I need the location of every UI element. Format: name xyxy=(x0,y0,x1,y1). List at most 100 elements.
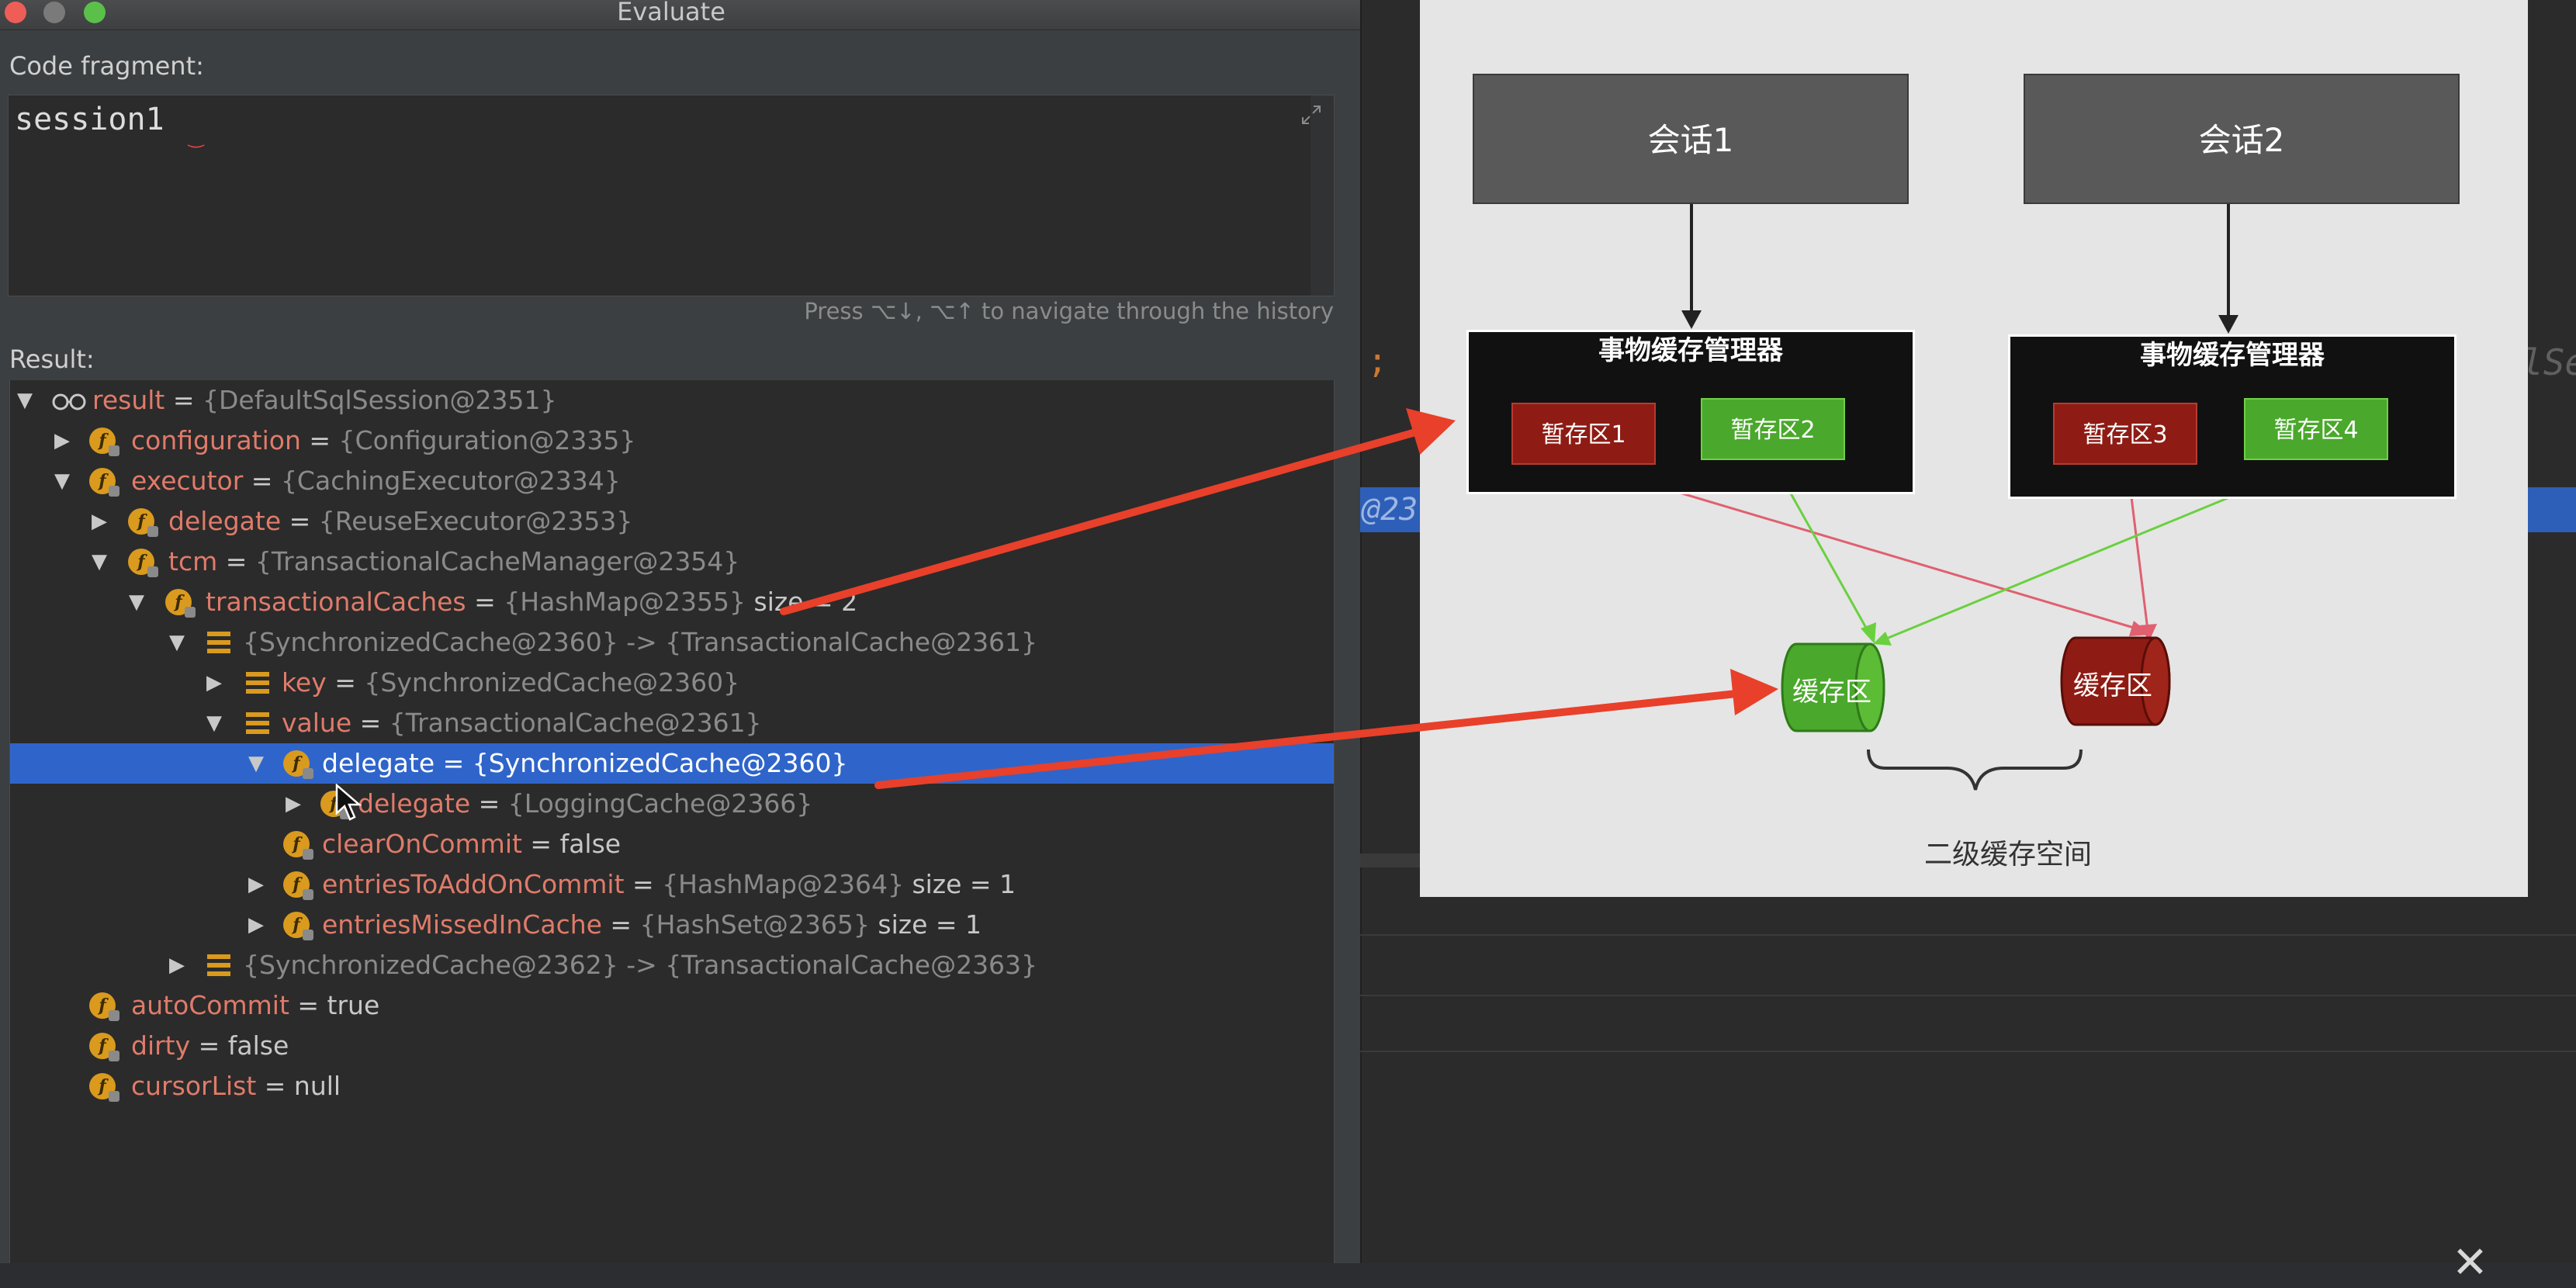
expand-arrow-icon[interactable]: ▶ xyxy=(244,905,268,945)
collapse-arrow-icon[interactable]: ▼ xyxy=(13,380,36,421)
tree-row-name: dirty xyxy=(131,1030,191,1061)
tree-row-executor[interactable]: ▼ f executor = {CachingExecutor@2334} xyxy=(10,461,1334,501)
tree-row-clear-on-commit[interactable]: f clearOnCommit = false xyxy=(10,824,1334,864)
expand-arrow-icon[interactable]: ▶ xyxy=(203,663,226,703)
tree-row-delegate[interactable]: ▶ f delegate = {ReuseExecutor@2353} xyxy=(10,501,1334,542)
tree-row-value: {SynchronizedCache@2360} xyxy=(472,748,848,778)
staging-area-3: 暂存区3 xyxy=(2053,403,2197,465)
error-squiggle-icon: ‿ xyxy=(189,126,204,148)
tree-row-value: {HashSet@2365} xyxy=(639,909,870,940)
tree-row-name: delegate xyxy=(322,748,435,778)
tree-row-eq: = xyxy=(164,385,203,415)
expand-icon[interactable] xyxy=(1300,103,1323,126)
field-icon: f xyxy=(128,549,158,577)
tree-row-value: {SynchronizedCache@2360} xyxy=(364,667,740,698)
expand-arrow-icon[interactable]: ▶ xyxy=(244,864,268,905)
expand-arrow-icon[interactable]: ▶ xyxy=(88,501,111,542)
tree-row-transactional-caches[interactable]: ▼ f transactionalCaches = {HashMap@2355}… xyxy=(10,582,1334,622)
tree-row-value: {LoggingCache@2366} xyxy=(507,788,813,819)
tree-row-eq: = xyxy=(243,466,281,496)
tree-row-value: {ReuseExecutor@2353} xyxy=(318,506,633,536)
tree-row-name: entriesMissedInCache xyxy=(322,909,602,940)
tree-row-eq: = xyxy=(521,829,560,859)
session1-to-manager-arrow xyxy=(1681,204,1702,329)
tree-row-delegate-logging[interactable]: ▶ f delegate = {LoggingCache@2366} xyxy=(10,784,1334,824)
session1-box: 会话1 xyxy=(1473,74,1909,204)
curly-brace xyxy=(1867,749,2083,791)
tree-row-eq: = xyxy=(466,587,504,617)
collapse-arrow-icon[interactable]: ▼ xyxy=(88,542,111,582)
code-fragment-editor[interactable]: session1 ‿ xyxy=(8,95,1335,296)
collapse-arrow-icon[interactable]: ▼ xyxy=(165,622,189,663)
tree-row-name: entriesToAddOnCommit xyxy=(322,869,625,899)
tree-row-name: cursorList xyxy=(131,1071,257,1101)
window-title: Evaluate xyxy=(617,0,725,26)
tree-row-value: {HashMap@2364} xyxy=(662,869,904,899)
collapse-arrow-icon[interactable]: ▼ xyxy=(50,461,74,501)
expand-arrow-icon[interactable]: ▶ xyxy=(165,945,189,985)
collapse-arrow-icon[interactable]: ▼ xyxy=(203,703,226,743)
field-icon: f xyxy=(89,1033,119,1061)
history-hint: Press ⌥↓, ⌥↑ to navigate through the his… xyxy=(804,298,1334,324)
field-icon: f xyxy=(89,992,119,1021)
editor-code-fragment-right: lSe xyxy=(2522,341,2576,383)
collapse-arrow-icon[interactable]: ▼ xyxy=(125,582,148,622)
tree-row-eq: = xyxy=(217,546,255,576)
editor-divider xyxy=(1360,1051,2576,1052)
tree-row-delegate-selected[interactable]: ▼ f delegate = {SynchronizedCache@2360} xyxy=(10,743,1334,784)
field-icon: f xyxy=(165,589,196,618)
tree-row-name: clearOnCommit xyxy=(322,829,522,859)
map-entry-icon xyxy=(246,712,269,734)
tree-row-name: autoCommit xyxy=(131,990,289,1020)
editor-divider xyxy=(1360,934,2576,936)
tree-row-configuration[interactable]: ▶ f configuration = {Configuration@2335} xyxy=(10,421,1334,461)
watch-glasses-icon xyxy=(52,393,86,410)
tree-row-tcm[interactable]: ▼ f tcm = {TransactionalCacheManager@235… xyxy=(10,542,1334,582)
code-fragment-label: Code fragment: xyxy=(9,51,204,81)
tree-row-value: false xyxy=(227,1030,289,1061)
tree-row-value: false xyxy=(559,829,621,859)
tree-row-map-entry[interactable]: ▼ {SynchronizedCache@2360} -> {Transacti… xyxy=(10,622,1334,663)
close-icon[interactable]: ✕ xyxy=(2452,1241,2488,1285)
expand-arrow-icon[interactable]: ▶ xyxy=(50,421,74,461)
tree-row-name: delegate xyxy=(168,506,282,536)
map-entry-icon xyxy=(207,954,230,976)
staging-area-2: 暂存区2 xyxy=(1701,398,1845,460)
tree-row-size: size = 1 xyxy=(869,909,982,940)
tree-row-map-entry[interactable]: ▶ {SynchronizedCache@2362} -> {Transacti… xyxy=(10,945,1334,985)
session2-to-manager-arrow xyxy=(2218,204,2238,334)
map-entry-icon xyxy=(246,672,269,694)
tree-row-result[interactable]: ▼ result = {DefaultSqlSession@2351} xyxy=(10,380,1334,421)
tree-row-eq: = xyxy=(351,708,390,738)
tree-row-eq: = xyxy=(256,1071,294,1101)
expand-arrow-icon[interactable]: ▶ xyxy=(282,784,305,824)
green-cache-label: 缓存区 xyxy=(1792,677,1871,708)
tree-row-value-node[interactable]: ▼ value = {TransactionalCache@2361} xyxy=(10,703,1334,743)
tree-row-auto-commit[interactable]: f autoCommit = true xyxy=(10,985,1334,1026)
tree-row-name: transactionalCaches xyxy=(206,587,466,617)
tree-row-eq: = xyxy=(190,1030,228,1061)
tree-row-value: {DefaultSqlSession@2351} xyxy=(203,385,557,415)
tree-row-entries-missed[interactable]: ▶ f entriesMissedInCache = {HashSet@2365… xyxy=(10,905,1334,945)
tree-row-name: value xyxy=(282,708,352,738)
field-icon: f xyxy=(283,750,313,779)
code-fragment-text[interactable]: session1 xyxy=(15,102,164,137)
tree-row-entries-to-add[interactable]: ▶ f entriesToAddOnCommit = {HashMap@2364… xyxy=(10,864,1334,905)
tree-row-value: true xyxy=(327,990,380,1020)
tree-row-cursor-list[interactable]: f cursorList = null xyxy=(10,1066,1334,1106)
tree-row-name: key xyxy=(282,667,327,698)
red-cache-label: 缓存区 xyxy=(2073,670,2152,701)
field-icon: f xyxy=(128,508,158,537)
tree-row-key[interactable]: ▶ key = {SynchronizedCache@2360} xyxy=(10,663,1334,703)
tree-row-name: tcm xyxy=(168,546,218,576)
mouse-pointer-icon xyxy=(335,784,362,821)
tree-row-size: size = 2 xyxy=(746,587,858,617)
result-tree[interactable]: ▼ result = {DefaultSqlSession@2351} ▶ f … xyxy=(9,380,1335,1263)
evaluate-dialog: Evaluate Code fragment: session1 ‿ Press… xyxy=(0,0,1360,1263)
field-icon: f xyxy=(283,871,313,900)
tree-row-dirty[interactable]: f dirty = false xyxy=(10,1026,1334,1066)
collapse-arrow-icon[interactable]: ▼ xyxy=(244,743,268,784)
tree-row-name: result xyxy=(92,385,165,415)
tree-row-value: {TransactionalCache@2361} xyxy=(389,708,762,738)
tree-row-value: {CachingExecutor@2334} xyxy=(280,466,621,496)
